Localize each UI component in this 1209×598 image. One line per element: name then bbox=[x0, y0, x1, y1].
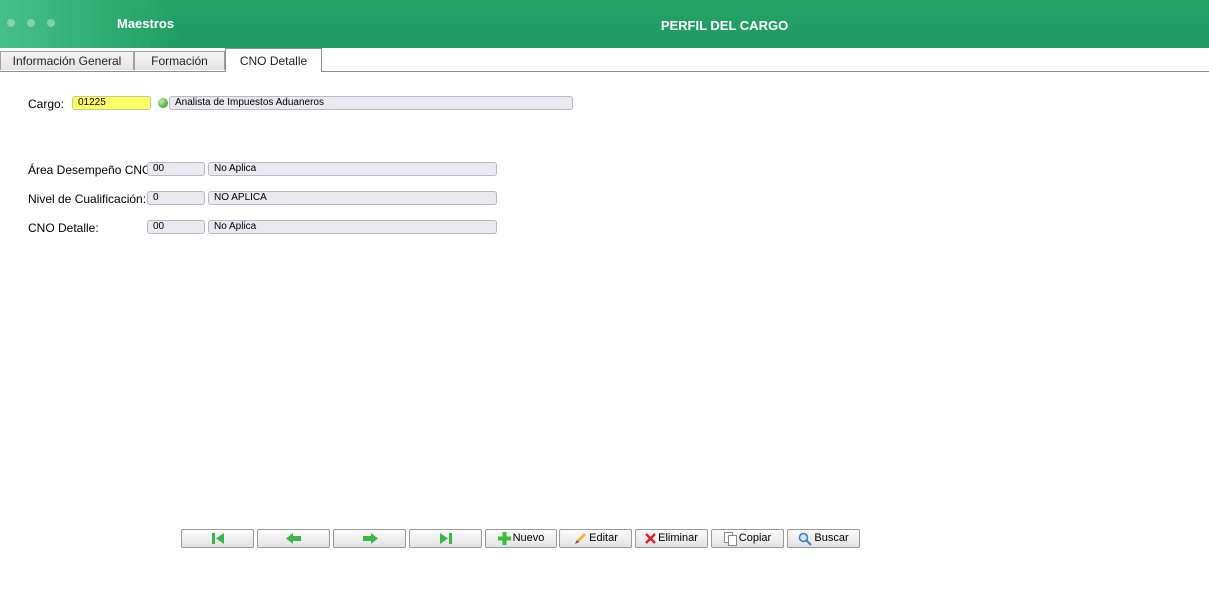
eliminar-label: Eliminar bbox=[658, 532, 698, 544]
nivel-cualificacion-code-field[interactable]: 0 bbox=[147, 191, 205, 205]
area-desempeno-description-field[interactable]: No Aplica bbox=[208, 162, 497, 176]
lookup-icon[interactable] bbox=[158, 98, 168, 108]
last-record-icon bbox=[439, 533, 452, 544]
cargo-description-field[interactable]: Analista de Impuestos Aduaneros bbox=[169, 96, 573, 110]
buscar-button[interactable]: Buscar bbox=[787, 529, 860, 548]
tab-informacion-general[interactable]: Información General bbox=[0, 51, 134, 70]
previous-record-button[interactable] bbox=[257, 529, 330, 548]
next-record-icon bbox=[362, 533, 378, 544]
copiar-button[interactable]: Copiar bbox=[711, 529, 784, 548]
copiar-label: Copiar bbox=[738, 532, 772, 544]
search-icon bbox=[799, 532, 813, 546]
cno-detalle-description-field[interactable]: No Aplica bbox=[208, 220, 497, 234]
copy-icon bbox=[723, 531, 737, 546]
title-bar: Maestros PERFIL DEL CARGO bbox=[0, 0, 1209, 48]
eliminar-button[interactable]: Eliminar bbox=[635, 529, 708, 548]
area-desempeno-code-field[interactable]: 00 bbox=[147, 162, 205, 176]
editar-button[interactable]: Editar bbox=[559, 529, 632, 548]
app-window: Maestros PERFIL DEL CARGO Información Ge… bbox=[0, 0, 1209, 598]
nuevo-button[interactable]: Nuevo bbox=[485, 529, 557, 548]
area-desempeno-label: Área Desempeño CNO: bbox=[28, 163, 155, 177]
nivel-cualificacion-label: Nivel de Cualificación: bbox=[28, 192, 147, 206]
delete-x-icon bbox=[645, 533, 656, 544]
cargo-code-input[interactable]: 01225 bbox=[72, 96, 151, 110]
editar-label: Editar bbox=[589, 532, 618, 544]
nuevo-label: Nuevo bbox=[512, 532, 545, 544]
next-record-button[interactable] bbox=[333, 529, 406, 548]
cno-detalle-code-field[interactable]: 00 bbox=[147, 220, 205, 234]
plus-icon bbox=[497, 532, 511, 545]
pencil-icon bbox=[575, 532, 587, 544]
window-title: PERFIL DEL CARGO bbox=[660, 18, 789, 33]
nivel-cualificacion-description-field[interactable]: NO APLICA bbox=[208, 191, 497, 205]
cno-detalle-label: CNO Detalle: bbox=[28, 221, 99, 235]
previous-record-icon bbox=[285, 533, 301, 544]
last-record-button[interactable] bbox=[409, 529, 482, 548]
first-record-button[interactable] bbox=[181, 529, 254, 548]
first-record-icon bbox=[211, 533, 224, 544]
tab-formacion[interactable]: Formación bbox=[134, 51, 225, 70]
buscar-label: Buscar bbox=[814, 532, 849, 544]
tab-bar: Información General Formación CNO Detall… bbox=[0, 48, 1209, 72]
cargo-label: Cargo: bbox=[28, 97, 65, 111]
tab-cno-detalle[interactable]: CNO Detalle bbox=[225, 48, 322, 72]
